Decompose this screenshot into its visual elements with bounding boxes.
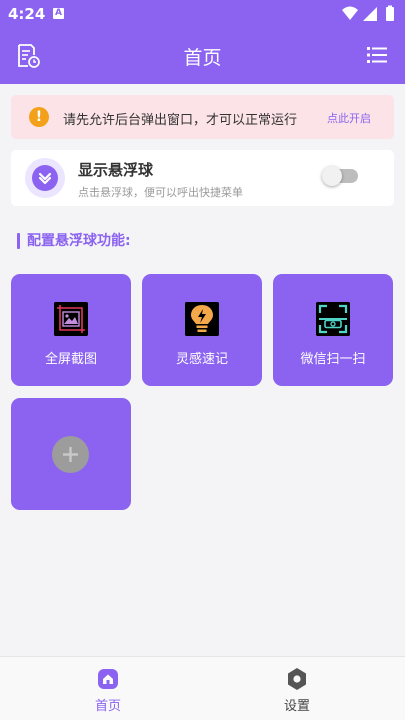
lightbulb-icon	[185, 302, 219, 336]
tile-wechat-scan[interactable]: 微信扫一扫	[273, 274, 393, 386]
float-ball-toggle[interactable]	[322, 166, 358, 186]
section-marker	[17, 233, 20, 249]
nav-item-home[interactable]: 首页	[68, 657, 148, 720]
page-title: 首页	[183, 47, 222, 69]
float-ball-card: 显示悬浮球 点击悬浮球，便可以呼出快捷菜单	[11, 150, 394, 206]
notice-text: 请先允许后台弹出窗口，才可以正常运行	[63, 113, 298, 128]
tile-label: 微信扫一扫	[300, 352, 366, 367]
nav-item-settings[interactable]: 设置	[257, 657, 337, 720]
scan-icon	[316, 302, 350, 336]
screenshot-icon	[54, 302, 88, 336]
add-icon	[52, 436, 89, 473]
status-icons	[342, 5, 394, 21]
permission-notice: ! 请先允许后台弹出窗口，才可以正常运行 点此开启	[11, 95, 394, 139]
chevron-down-icon	[38, 172, 52, 185]
tile-add-function[interactable]	[11, 398, 131, 510]
signal-icon	[363, 7, 377, 21]
float-ball-title: 显示悬浮球	[78, 161, 154, 179]
float-ball-subtitle: 点击悬浮球，便可以呼出快捷菜单	[78, 186, 243, 199]
nav-label-home: 首页	[94, 699, 121, 714]
section-title: 配置悬浮球功能:	[17, 233, 131, 249]
battery-icon	[386, 7, 394, 21]
tile-label: 灵感速记	[175, 352, 228, 367]
status-time: 4:24	[8, 5, 46, 23]
enable-link[interactable]: 点此开启	[327, 110, 371, 126]
list-menu-icon[interactable]	[367, 46, 387, 64]
toggle-knob	[322, 166, 342, 186]
notification-badge: A	[53, 8, 64, 19]
wifi-icon	[342, 6, 358, 20]
float-ball-icon	[25, 158, 65, 198]
section-title-text: 配置悬浮球功能:	[27, 233, 131, 249]
settings-icon	[288, 668, 306, 690]
tile-label: 全屏截图	[44, 352, 97, 367]
warning-icon: !	[29, 107, 49, 127]
tile-quick-notes[interactable]: 灵感速记	[142, 274, 262, 386]
status-bar: 4:24 A	[0, 0, 405, 28]
tile-fullscreen-screenshot[interactable]: 全屏截图	[11, 274, 131, 386]
app-bar: 首页	[0, 28, 405, 84]
nav-label-settings: 设置	[283, 699, 310, 714]
home-icon	[98, 669, 118, 689]
bottom-nav: 首页 设置	[0, 656, 405, 720]
